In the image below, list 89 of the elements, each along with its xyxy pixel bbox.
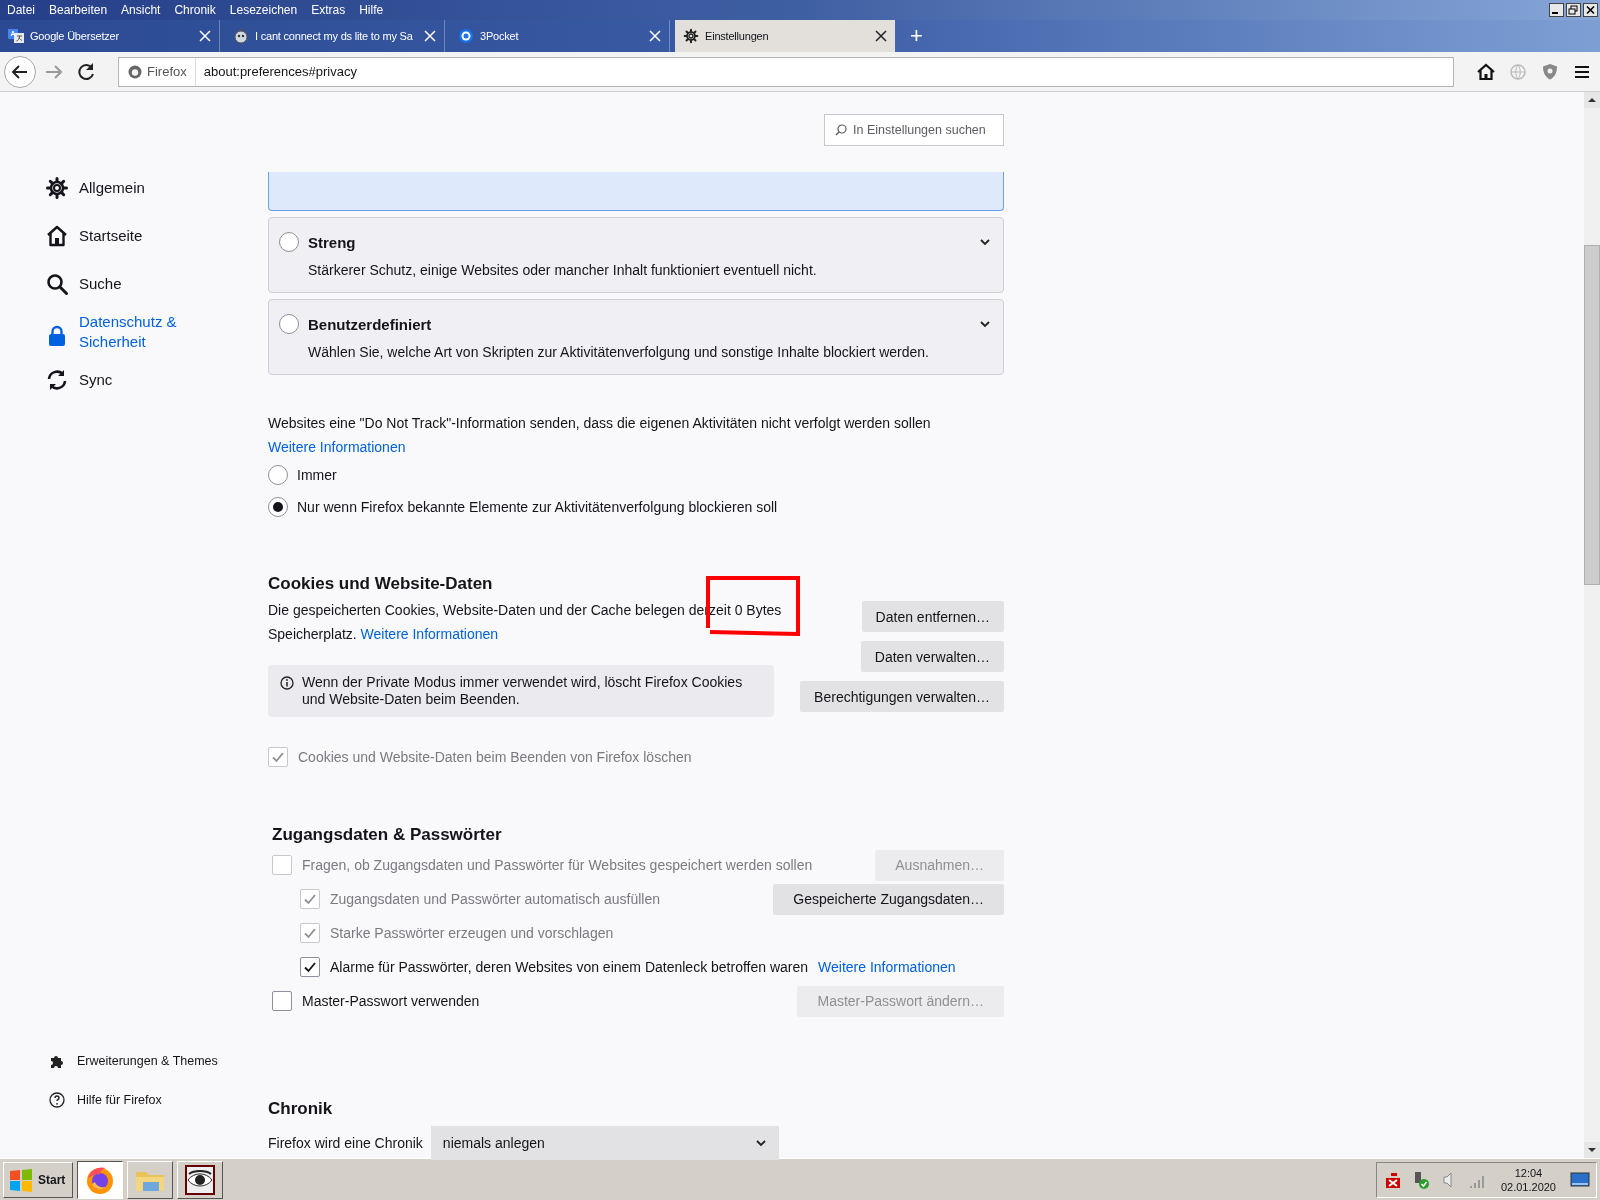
new-tab-button[interactable]: + xyxy=(900,23,933,49)
sidebar-link[interactable]: Hilfe für Firefox xyxy=(77,1092,162,1107)
taskbar-app[interactable] xyxy=(77,1160,123,1199)
sync-icon xyxy=(45,368,69,392)
clock-time: 12:04 xyxy=(1513,1165,1544,1180)
gear-icon xyxy=(683,28,699,44)
chevron-down-icon[interactable] xyxy=(979,236,991,248)
check-icon xyxy=(303,926,317,940)
radio-button[interactable] xyxy=(279,314,299,334)
settings-button[interactable]: Daten verwalten… xyxy=(860,641,1004,672)
sidebar-item[interactable]: Startseite xyxy=(0,212,268,260)
search-icon xyxy=(45,272,69,296)
chevron-down-icon[interactable] xyxy=(979,318,991,330)
checkbox-label: Alarme für Passwörter, deren Websites von einem Datenleck betroffen waren xyxy=(330,959,809,975)
clock-date: 02.01.2020 xyxy=(1500,1179,1556,1194)
sidebar-link[interactable]: Erweiterungen & Themes xyxy=(77,1053,218,1068)
translate-icon xyxy=(8,28,24,44)
checkbox-label: Master-Passwort verwenden xyxy=(302,993,480,1009)
settings-button[interactable]: Daten entfernen… xyxy=(861,601,1004,632)
start-button[interactable]: Start xyxy=(3,1161,73,1198)
menu-item[interactable]: Ansicht xyxy=(114,3,168,17)
menu-item[interactable]: Extras xyxy=(304,3,353,17)
identity-label: Firefox xyxy=(147,64,187,79)
option-title: Streng xyxy=(308,233,356,251)
menu-item[interactable]: Lesezeichen xyxy=(222,3,305,17)
search-icon xyxy=(835,124,847,136)
more-info-link[interactable]: Weitere Informationen xyxy=(360,626,499,642)
url-text: about:preferences#privacy xyxy=(202,64,357,79)
circle-logo-icon xyxy=(458,28,474,44)
option-description: Wählen Sie, welche Art von Skripten zur Aktivitätenverfolgung und sonstige Inhalte blockiert werden. xyxy=(307,344,930,360)
tab-title: I cant connect my ds lite to my Sa xyxy=(255,30,414,42)
tab-title: Google Übersetzer xyxy=(30,30,120,42)
section-heading: Chronik xyxy=(268,1098,334,1120)
checkbox[interactable] xyxy=(272,991,292,1011)
home-icon xyxy=(45,224,69,248)
menu-item[interactable]: Hilfe xyxy=(352,3,391,17)
radio-button[interactable] xyxy=(279,232,299,252)
info-icon xyxy=(280,676,294,690)
field-label: Firefox wird eine Chronik xyxy=(268,1135,423,1151)
option-title: Benutzerdefiniert xyxy=(308,315,432,333)
minimize-icon[interactable] xyxy=(1549,3,1564,17)
check-icon xyxy=(271,750,285,764)
menu-item[interactable]: Bearbeiten xyxy=(42,3,115,17)
close-icon[interactable] xyxy=(875,30,887,42)
check-icon xyxy=(303,892,317,906)
gear-icon xyxy=(45,176,69,200)
scroll-down-icon[interactable] xyxy=(1584,1142,1600,1158)
radio-label: Nur wenn Firefox bekannte Elemente zur Aktivitätenverfolgung blockieren soll xyxy=(297,499,778,515)
help-icon xyxy=(49,1091,65,1108)
protection-option-card[interactable]: Streng Stärkerer Schutz, einige Websites oder mancher Inhalt funktioniert eventuell nicht. xyxy=(268,217,1004,293)
restore-icon[interactable] xyxy=(1566,3,1581,17)
radio-button[interactable] xyxy=(268,497,288,517)
radio-button[interactable] xyxy=(268,465,288,485)
menu-item[interactable]: Datei xyxy=(0,3,42,17)
eye-icon xyxy=(184,1163,216,1196)
check-icon xyxy=(303,960,317,974)
browser-tab[interactable]: Einstellungen xyxy=(675,20,895,52)
sidebar-item[interactable]: Sync xyxy=(0,356,268,404)
checkbox-label: Cookies und Website-Daten beim Beenden von Firefox löschen xyxy=(298,749,692,765)
info-text: Wenn der Private Modus immer verwendet wird, löscht Firefox Cookies und Website-Daten beim Beenden. xyxy=(302,674,744,708)
scroll-up-icon[interactable] xyxy=(1584,92,1600,108)
address-bar[interactable]: Firefox about:preferences#privacy xyxy=(118,56,1454,87)
chevron-down-icon xyxy=(754,1137,767,1149)
menu-item[interactable]: Chronik xyxy=(167,3,223,17)
close-icon[interactable] xyxy=(1583,3,1598,17)
back-arrow-icon xyxy=(11,62,29,81)
radio-label: Immer xyxy=(297,467,337,483)
checkbox-label: Fragen, ob Zugangsdaten und Passwörter für Websites gespeichert werden sollen xyxy=(302,857,813,873)
back-button[interactable] xyxy=(4,55,36,88)
sidebar-item[interactable]: Datenschutz & Sicherheit xyxy=(0,308,268,356)
tab-title: Einstellungen xyxy=(705,30,770,42)
history-dropdown[interactable]: niemals anlegen xyxy=(430,1126,779,1160)
setting-text: Websites eine "Do Not Track"-Information senden, dass die eigenen Aktivitäten nicht verfolgt werden sollen xyxy=(268,414,932,433)
search-field[interactable]: In Einstellungen suchen xyxy=(824,114,1004,146)
protection-option-card[interactable]: Benutzerdefiniert Wählen Sie, welche Art von Skripten zur Aktivitätenverfolgung und sonstige Inhalte blockiert werden. xyxy=(268,299,1004,375)
alien-face-icon xyxy=(233,28,249,44)
sidebar-item[interactable]: Allgemein xyxy=(0,164,268,212)
windows-logo-icon xyxy=(8,1166,34,1193)
sidebar-item[interactable]: Suche xyxy=(0,260,268,308)
tab-title: 3Pocket xyxy=(480,30,520,42)
checkbox-label: Starke Passwörter erzeugen und vorschlagen xyxy=(330,925,614,941)
section-heading: Cookies und Website-Daten xyxy=(268,573,494,595)
monitor-icon[interactable] xyxy=(1570,1169,1590,1190)
scrollbar-thumb[interactable] xyxy=(1584,245,1600,585)
checkbox-label: Zugangsdaten und Passwörter automatisch ausfüllen xyxy=(330,891,660,907)
section-heading: Zugangsdaten & Passwörter xyxy=(272,824,503,846)
settings-button[interactable]: Berechtigungen verwalten… xyxy=(800,681,1004,712)
more-info-link[interactable]: Weitere Informationen xyxy=(268,439,406,455)
option-description: Stärkerer Schutz, einige Websites oder mancher Inhalt funktioniert eventuell nicht. xyxy=(307,262,818,278)
